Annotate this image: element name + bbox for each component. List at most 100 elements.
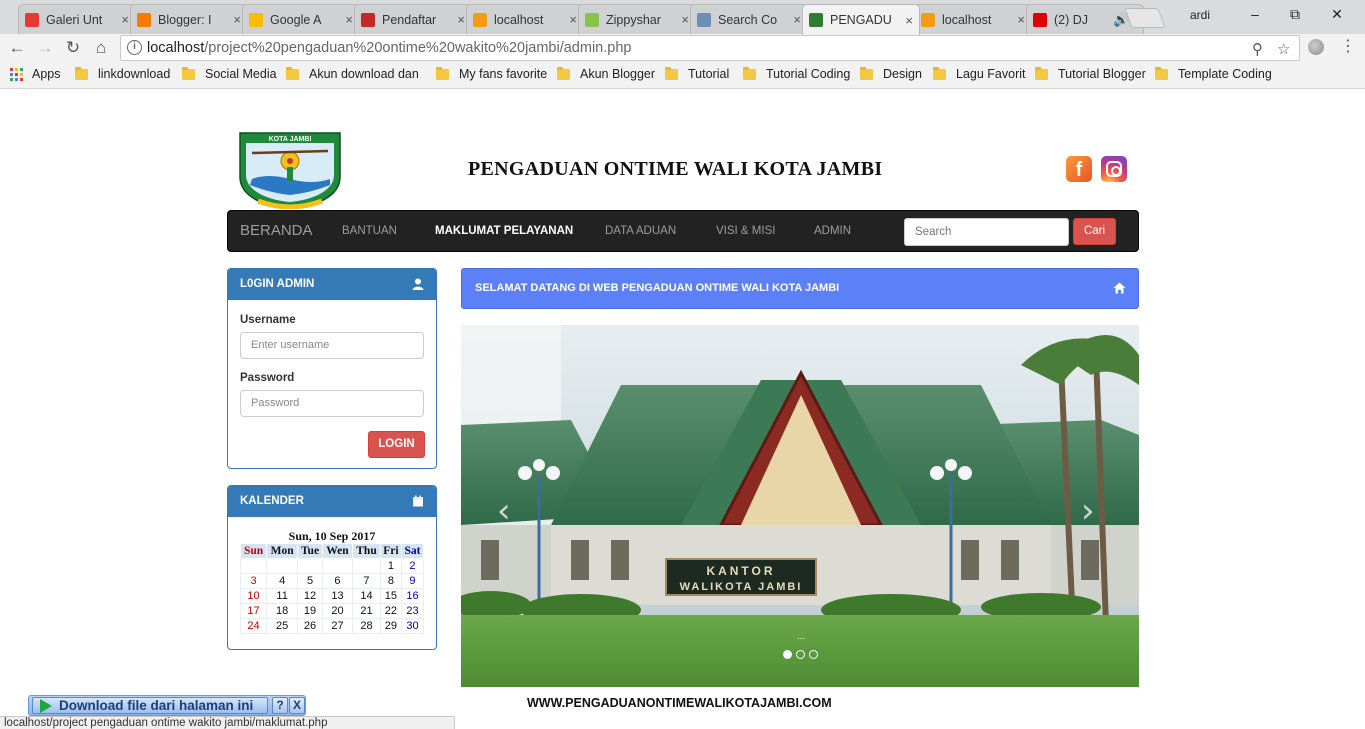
forward-icon[interactable]: → <box>34 37 56 59</box>
bookmark-folder[interactable]: Template Coding <box>1155 66 1272 81</box>
apps-grid-icon <box>10 67 23 81</box>
calendar-day: 21 <box>352 603 381 619</box>
carousel-indicators <box>783 650 818 659</box>
bookmark-folder[interactable]: Tutorial <box>665 66 729 81</box>
browser-tab[interactable]: localhost × <box>914 4 1032 34</box>
bookmark-folder[interactable]: Tutorial Coding <box>743 66 850 81</box>
folder-icon <box>933 66 946 80</box>
calendar-day: 1 <box>379 558 402 574</box>
main-navbar: BERANDA BANTUAN MAKLUMAT PELAYANAN DATA … <box>227 210 1139 252</box>
bookmark-folder[interactable]: linkdownload <box>75 66 170 81</box>
tab-close-icon[interactable]: × <box>905 13 913 28</box>
url-host: localhost <box>147 40 205 56</box>
welcome-text: SELAMAT DATANG DI WEB PENGADUAN ONTIME W… <box>475 282 840 294</box>
calendar-day <box>321 558 354 574</box>
facebook-icon[interactable]: f <box>1066 156 1092 182</box>
calendar-weekday: Tue <box>297 543 323 559</box>
nav-brand-beranda[interactable]: BERANDA <box>240 222 313 239</box>
extension-icon[interactable] <box>1308 39 1324 55</box>
nav-link-bantuan[interactable]: BANTUAN <box>342 225 397 237</box>
bookmarks-bar: Apps linkdownload Social Media Akun downloa… <box>0 62 1365 89</box>
browser-tab[interactable]: PENGADU × <box>802 4 920 35</box>
menu-icon[interactable]: ⋮ <box>1340 36 1356 56</box>
carousel-next-icon[interactable]: › <box>1081 491 1095 531</box>
username-input[interactable]: Enter username <box>240 332 424 359</box>
search-input[interactable]: Search <box>904 218 1069 246</box>
footer-url: WWW.PENGADUANONTIMEWALIKOTAJAMBI.COM <box>527 696 832 710</box>
calendar-day: 11 <box>266 588 299 604</box>
calendar-current-date: Sun, 10 Sep 2017 <box>288 529 376 543</box>
calendar-panel-header: KALENDER <box>228 486 436 517</box>
carousel-indicator[interactable] <box>783 650 792 659</box>
download-file-label: Download file dari halaman ini <box>59 698 254 713</box>
carousel-indicator[interactable] <box>809 650 818 659</box>
calendar-day <box>297 558 323 574</box>
new-tab-button[interactable] <box>1124 8 1166 28</box>
welcome-banner: SELAMAT DATANG DI WEB PENGADUAN ONTIME W… <box>461 268 1139 309</box>
tab-close-icon[interactable]: × <box>793 12 801 27</box>
folder-icon <box>1155 66 1168 80</box>
user-icon <box>412 278 424 290</box>
tab-close-icon[interactable]: × <box>681 12 689 27</box>
bookmark-folder[interactable]: Social Media <box>182 66 277 81</box>
bookmark-star-icon[interactable]: ☆ <box>1277 38 1290 62</box>
bookmark-label: Design <box>883 67 922 81</box>
close-download-bar-button[interactable]: X <box>289 697 305 714</box>
home-icon[interactable]: ⌂ <box>90 37 112 59</box>
browser-tab[interactable]: Search Co × <box>690 4 808 34</box>
back-icon[interactable]: ← <box>6 37 28 59</box>
carousel-indicator[interactable] <box>796 650 805 659</box>
tab-title: Search Co <box>718 12 778 27</box>
tab-title: Google A <box>270 12 322 27</box>
login-button[interactable]: LOGIN <box>368 431 425 458</box>
tab-close-icon[interactable]: × <box>457 12 465 27</box>
site-info-icon[interactable]: i <box>127 40 142 55</box>
calendar-day: 16 <box>400 588 425 604</box>
tab-close-icon[interactable]: × <box>121 12 129 27</box>
nav-link-visi-misi[interactable]: VISI & MISI <box>716 225 775 237</box>
bookmark-apps[interactable]: Apps <box>10 67 61 81</box>
browser-tab[interactable]: Galeri Unt × <box>18 4 136 34</box>
browser-tab[interactable]: localhost × <box>466 4 584 34</box>
calendar-weekday: Sun <box>239 543 268 559</box>
logo-text: KOTA JAMBI <box>269 136 312 143</box>
browser-tab[interactable]: Zippyshar × <box>578 4 696 34</box>
tab-close-icon[interactable]: × <box>569 12 577 27</box>
zoom-icon[interactable]: ⚲ <box>1252 38 1263 62</box>
nav-link-maklumat-pelayanan[interactable]: MAKLUMAT PELAYANAN <box>435 225 573 237</box>
profile-name[interactable]: ardi <box>1190 8 1210 22</box>
browser-tab[interactable]: Google A × <box>242 4 360 34</box>
reload-icon[interactable]: ↻ <box>62 37 84 59</box>
bookmark-folder[interactable]: Akun Blogger <box>557 66 655 81</box>
browser-tab[interactable]: Blogger: I × <box>130 4 248 34</box>
bookmark-folder[interactable]: Design <box>860 66 922 81</box>
password-input[interactable]: Password <box>240 390 424 417</box>
tab-close-icon[interactable]: × <box>1017 12 1025 27</box>
carousel-prev-icon[interactable]: ‹ <box>497 491 511 531</box>
calendar-day: 3 <box>239 573 268 589</box>
bookmark-folder[interactable]: Tutorial Blogger <box>1035 66 1146 81</box>
address-bar[interactable]: i localhost/project%20pengaduan%20ontime… <box>120 35 1300 61</box>
tab-favicon-icon <box>809 13 823 27</box>
tab-favicon-icon <box>249 12 263 27</box>
browser-tab[interactable]: Pendaftar × <box>354 4 472 34</box>
bookmark-folder[interactable]: Akun download dan <box>286 66 419 81</box>
tab-favicon-icon <box>1033 12 1047 27</box>
calendar-day: 25 <box>266 618 299 634</box>
nav-link-admin[interactable]: ADMIN <box>814 225 851 237</box>
tab-strip: Galeri Unt × Blogger: I × Google A × Pendaftar… <box>0 0 1365 35</box>
bookmark-folder[interactable]: My fans favorite <box>436 66 547 81</box>
restore-icon[interactable]: ⧉ <box>1280 4 1310 24</box>
minimize-icon[interactable]: – <box>1240 4 1270 24</box>
close-window-icon[interactable]: ✕ <box>1322 4 1352 24</box>
bookmark-folder[interactable]: Lagu Favorit <box>933 66 1025 81</box>
carousel-caption: ... <box>797 631 806 642</box>
instagram-icon[interactable] <box>1101 156 1127 182</box>
tab-close-icon[interactable]: × <box>233 12 241 27</box>
search-button[interactable]: Cari <box>1073 218 1116 245</box>
tab-close-icon[interactable]: × <box>345 12 353 27</box>
login-panel-header: L0GIN ADMIN <box>228 269 436 300</box>
help-button[interactable]: ? <box>272 697 288 714</box>
nav-link-data-aduan[interactable]: DATA ADUAN <box>605 225 676 237</box>
download-file-button[interactable]: Download file dari halaman ini <box>32 697 268 714</box>
